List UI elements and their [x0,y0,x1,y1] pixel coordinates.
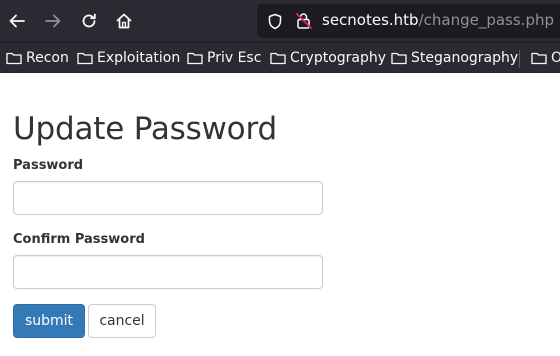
password-field[interactable] [13,181,323,215]
page-content: Update Password Password Confirm Passwor… [0,73,560,356]
browser-toolbar: secnotes.htb/change_pass.php [0,0,560,42]
bookmark-folder-cryptography[interactable]: Cryptography [270,48,386,68]
reload-icon [82,13,96,28]
folder-icon [6,52,22,65]
bookmark-label: Recon [26,50,69,66]
folder-icon [531,52,547,65]
folder-icon [391,52,407,65]
bookmark-folder-recon[interactable]: Recon [6,48,69,68]
bookmark-folder-steganography[interactable]: Steganography [391,48,518,68]
page-title: Update Password [13,111,277,147]
bookmark-folder-other[interactable]: O [531,48,560,68]
insecure-lock-icon[interactable] [295,12,313,30]
bookmark-label: Exploitation [97,50,181,66]
bookmark-label: Steganography [411,50,519,66]
bookmark-label: O [551,50,560,66]
folder-icon [187,52,203,65]
folder-icon [77,52,93,65]
folder-icon [270,52,286,65]
home-icon [116,13,132,29]
confirm-password-label: Confirm Password [13,232,145,247]
confirm-password-field[interactable] [13,255,323,289]
forward-button[interactable] [40,8,66,34]
url-domain: secnotes.htb [322,11,419,29]
bookmarks-separator [519,50,520,68]
password-label: Password [13,158,84,173]
submit-button[interactable]: submit [13,304,85,338]
home-button[interactable] [111,8,137,34]
bookmark-folder-priv-esc[interactable]: Priv Esc [187,48,261,68]
url-bar[interactable]: secnotes.htb/change_pass.php [257,4,560,38]
reload-button[interactable] [76,8,102,34]
bookmark-label: Priv Esc [207,50,262,66]
arrow-right-icon [45,14,61,28]
back-button[interactable] [4,8,30,34]
bookmark-folder-exploitation[interactable]: Exploitation [77,48,180,68]
arrow-left-icon [9,14,25,28]
bookmarks-bar: Recon Exploitation Priv Esc Cryptography… [0,42,560,73]
url-path: /change_pass.php [418,11,554,29]
cancel-button[interactable]: cancel [88,304,156,338]
bookmark-label: Cryptography [290,50,387,66]
shield-icon[interactable] [267,13,283,30]
url-text[interactable]: secnotes.htb/change_pass.php [322,11,554,29]
